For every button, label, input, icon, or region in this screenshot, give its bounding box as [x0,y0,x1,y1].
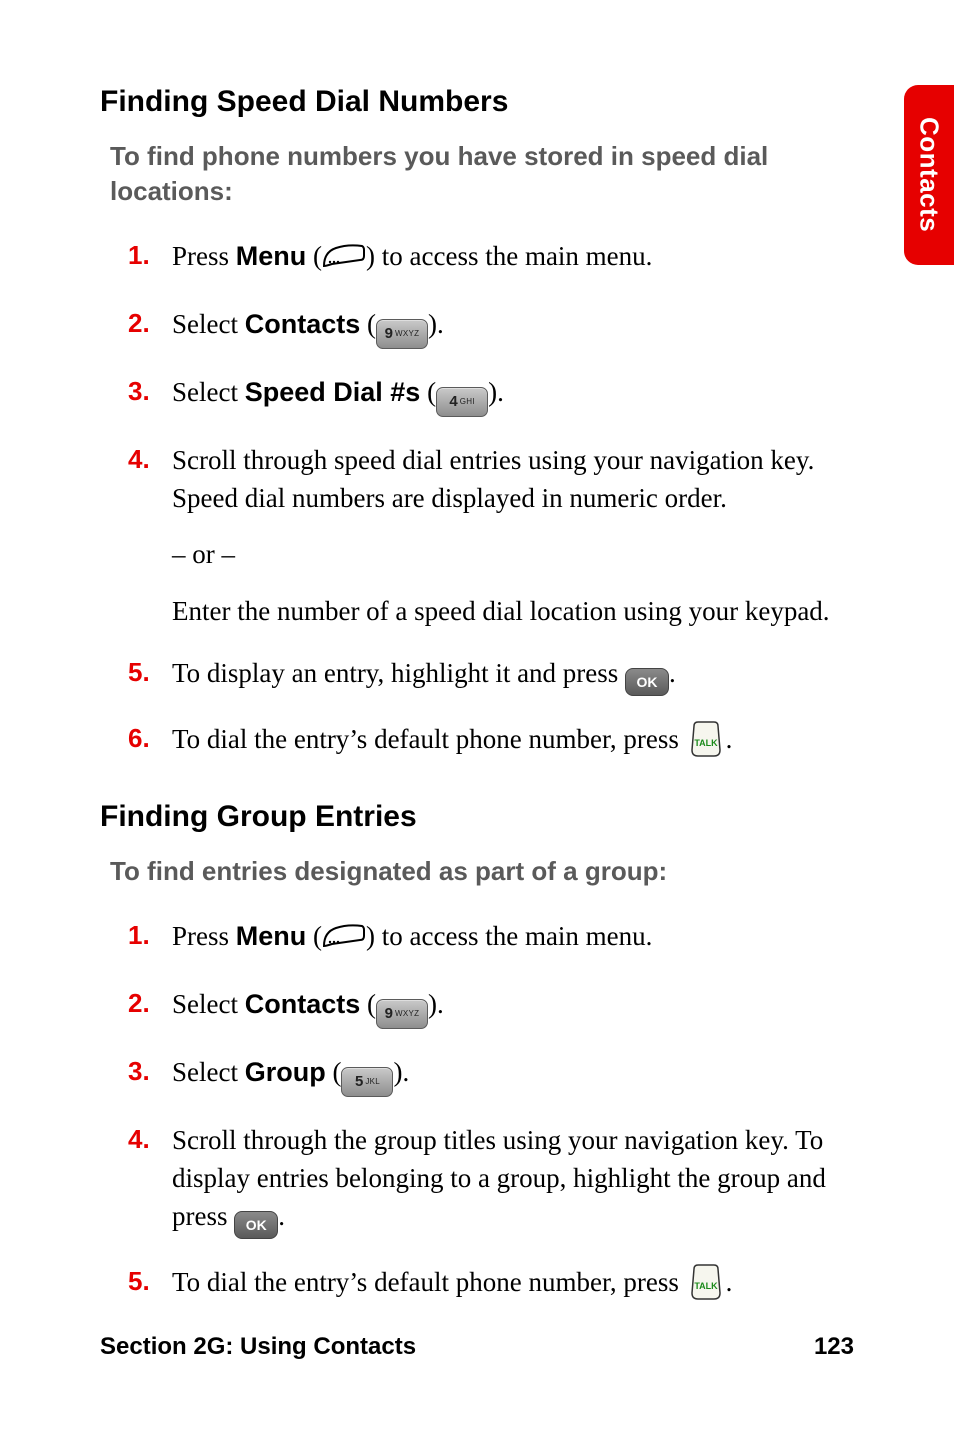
step-body: Scroll through speed dial entries using … [172,441,854,630]
footer-page-number: 123 [814,1333,854,1361]
text: ) to access the main menu. [366,921,652,951]
label-menu: Menu [236,241,307,271]
text: Select [172,1057,245,1087]
side-tab-label: Contacts [914,117,945,232]
step-number: 1. [128,917,172,960]
text: To display an entry, highlight it and pr… [172,658,625,688]
keypad-9-icon: 9WXYZ [376,999,428,1029]
step-body: Scroll through the group titles using yo… [172,1121,854,1240]
digit: 5 [355,1073,363,1090]
letters: WXYZ [395,1009,419,1018]
step-body: To dial the entry’s default phone number… [172,1263,854,1311]
label-contacts: Contacts [245,309,361,339]
svg-text:TALK: TALK [694,1281,718,1291]
text: Scroll through speed dial entries using … [172,445,814,513]
text: ( [306,241,322,271]
digit: 4 [449,393,457,410]
text: ). [488,377,504,407]
step-1: 1. Press Menu ( ) to access the main menu… [128,917,854,960]
text: To dial the entry’s default phone number… [172,724,686,754]
step-body: Select Group (5JKL). [172,1053,854,1097]
softkey-icon [322,922,366,960]
text: ). [428,989,444,1019]
letters: WXYZ [395,329,419,338]
text: ). [393,1057,409,1087]
label-group: Group [245,1057,326,1087]
step-2: 2. Select Contacts (9WXYZ). [128,985,854,1029]
step-3: 3. Select Speed Dial #s (4GHI). [128,373,854,417]
step-4: 4. Scroll through speed dial entries usi… [128,441,854,630]
letters: GHI [460,397,475,406]
text: Select [172,989,245,1019]
step-body: Select Contacts (9WXYZ). [172,305,854,349]
step-body: Select Speed Dial #s (4GHI). [172,373,854,417]
page: Contacts Finding Speed Dial Numbers To f… [0,0,954,1431]
step-number: 2. [128,305,172,349]
step-number: 3. [128,373,172,417]
step-number: 1. [128,237,172,280]
ok-key-icon: OK [234,1211,278,1239]
step-body: To display an entry, highlight it and pr… [172,654,854,696]
step-number: 4. [128,441,172,630]
step-number: 3. [128,1053,172,1097]
text: Select [172,309,245,339]
talk-key-icon: TALK [686,1263,726,1311]
side-tab-contacts: Contacts [904,85,954,265]
text: To dial the entry’s default phone number… [172,1267,686,1297]
digit: 9 [385,325,393,342]
text: . [278,1201,285,1231]
step-number: 6. [128,720,172,768]
label-contacts: Contacts [245,989,361,1019]
step-body: Press Menu ( ) to access the main menu. [172,237,854,280]
page-footer: Section 2G: Using Contacts 123 [100,1333,854,1361]
text: ( [306,921,322,951]
step-number: 5. [128,1263,172,1311]
label-speed-dial: Speed Dial #s [245,377,421,407]
svg-text:TALK: TALK [694,738,718,748]
text: ) to access the main menu. [366,241,652,271]
intro-speed-dial: To find phone numbers you have stored in… [110,139,854,209]
heading-group-entries: Finding Group Entries [100,800,854,834]
step-number: 5. [128,654,172,696]
step-5: 5. To dial the entry’s default phone num… [128,1263,854,1311]
footer-section: Section 2G: Using Contacts [100,1333,416,1361]
text: . [669,658,676,688]
softkey-icon [322,242,366,280]
keypad-4-icon: 4GHI [436,387,488,417]
text: Select [172,377,245,407]
or-divider: – or – [172,535,854,573]
step-number: 4. [128,1121,172,1240]
step-body: Press Menu ( ) to access the main menu. [172,917,854,960]
keypad-9-icon: 9WXYZ [376,319,428,349]
text: ( [326,1057,342,1087]
text: ). [428,309,444,339]
step-5: 5. To display an entry, highlight it and… [128,654,854,696]
step-body: To dial the entry’s default phone number… [172,720,854,768]
keypad-5-icon: 5JKL [341,1067,393,1097]
step-3: 3. Select Group (5JKL). [128,1053,854,1097]
intro-group-entries: To find entries designated as part of a … [110,854,854,889]
text: Press [172,921,236,951]
step-4: 4. Scroll through the group titles using… [128,1121,854,1240]
digit: 9 [385,1005,393,1022]
text: ( [360,309,376,339]
steps-group-entries: 1. Press Menu ( ) to access the main menu… [100,917,854,1311]
ok-key-icon: OK [625,668,669,696]
step-1: 1. Press Menu ( ) to access the main menu… [128,237,854,280]
text: . [726,724,733,754]
steps-speed-dial: 1. Press Menu ( ) to access the main menu… [100,237,854,768]
step-6: 6. To dial the entry’s default phone num… [128,720,854,768]
step-body: Select Contacts (9WXYZ). [172,985,854,1029]
step-number: 2. [128,985,172,1029]
text: . [726,1267,733,1297]
text: Press [172,241,236,271]
text: Enter the number of a speed dial locatio… [172,592,854,630]
talk-key-icon: TALK [686,720,726,768]
step-2: 2. Select Contacts (9WXYZ). [128,305,854,349]
text: ( [420,377,436,407]
letters: JKL [365,1077,380,1086]
heading-speed-dial: Finding Speed Dial Numbers [100,85,854,119]
text: ( [360,989,376,1019]
label-menu: Menu [236,921,307,951]
